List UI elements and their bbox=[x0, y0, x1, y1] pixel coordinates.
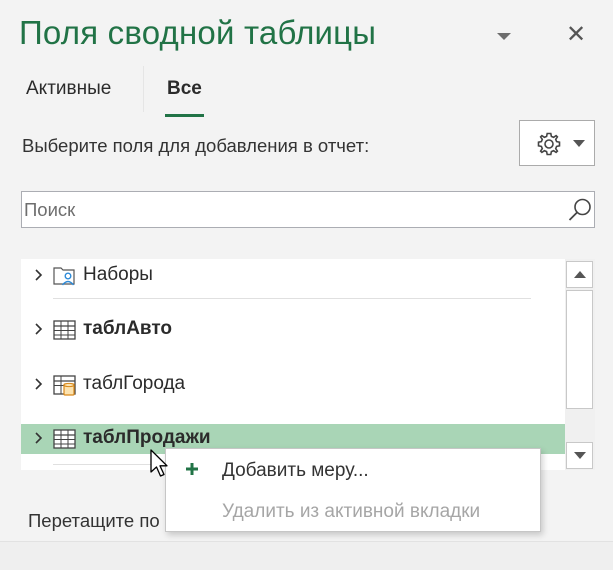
selected-tab-indicator bbox=[165, 114, 204, 117]
chevron-right-icon[interactable] bbox=[32, 321, 46, 337]
gear-icon bbox=[537, 132, 561, 156]
scroll-down-button[interactable] bbox=[566, 442, 593, 469]
list-divider bbox=[53, 298, 531, 299]
settings-button[interactable] bbox=[519, 120, 595, 166]
field-label: Наборы bbox=[83, 264, 153, 285]
arrow-down-icon bbox=[574, 452, 586, 459]
field-row-auto[interactable]: таблАвто bbox=[21, 315, 565, 345]
table-icon bbox=[53, 429, 76, 449]
folder-user-icon bbox=[53, 267, 75, 286]
field-context-menu: Добавить меру... Удалить из активной вкл… bbox=[165, 448, 541, 532]
scroll-up-button[interactable] bbox=[566, 261, 593, 288]
search-icon[interactable] bbox=[567, 197, 593, 223]
plus-icon bbox=[186, 463, 198, 475]
menu-item-remove-from-active: Удалить из активной вкладки bbox=[166, 493, 540, 529]
search-box[interactable] bbox=[21, 191, 595, 228]
field-label: таблГорода bbox=[83, 373, 186, 394]
drag-fields-hint: Перетащите по bbox=[28, 510, 160, 531]
pane-title: Поля сводной таблицы bbox=[19, 14, 377, 51]
field-label: таблПродажи bbox=[83, 427, 211, 448]
search-input[interactable] bbox=[24, 196, 544, 223]
menu-item-add-measure[interactable]: Добавить меру... bbox=[166, 452, 540, 488]
mouse-cursor-icon bbox=[150, 449, 168, 477]
areas-section-edge bbox=[0, 541, 613, 570]
table-db-icon bbox=[53, 375, 76, 396]
field-list: Наборы таблАвто таблГорода таблПродажи bbox=[21, 259, 595, 470]
close-button[interactable]: ✕ bbox=[563, 20, 589, 50]
field-label: таблАвто bbox=[83, 318, 173, 339]
tab-divider bbox=[143, 66, 144, 112]
menu-item-label: Добавить меру... bbox=[222, 460, 369, 481]
field-list-scrollbar[interactable] bbox=[565, 259, 595, 470]
field-row-sets[interactable]: Наборы bbox=[21, 261, 565, 291]
tab-active[interactable]: Активные bbox=[26, 78, 111, 100]
chevron-right-icon[interactable] bbox=[32, 376, 46, 392]
chevron-right-icon[interactable] bbox=[32, 430, 46, 446]
arrow-up-icon bbox=[574, 271, 586, 278]
tab-all[interactable]: Все bbox=[167, 78, 202, 100]
scroll-thumb[interactable] bbox=[566, 290, 593, 409]
menu-item-label: Удалить из активной вкладки bbox=[222, 501, 481, 522]
table-icon bbox=[53, 320, 76, 340]
field-row-cities[interactable]: таблГорода bbox=[21, 370, 565, 400]
pane-options-dropdown-icon[interactable] bbox=[497, 33, 511, 40]
fields-instruction: Выберите поля для добавления в отчет: bbox=[22, 135, 370, 156]
chevron-down-icon bbox=[573, 140, 585, 147]
chevron-right-icon[interactable] bbox=[32, 267, 46, 283]
